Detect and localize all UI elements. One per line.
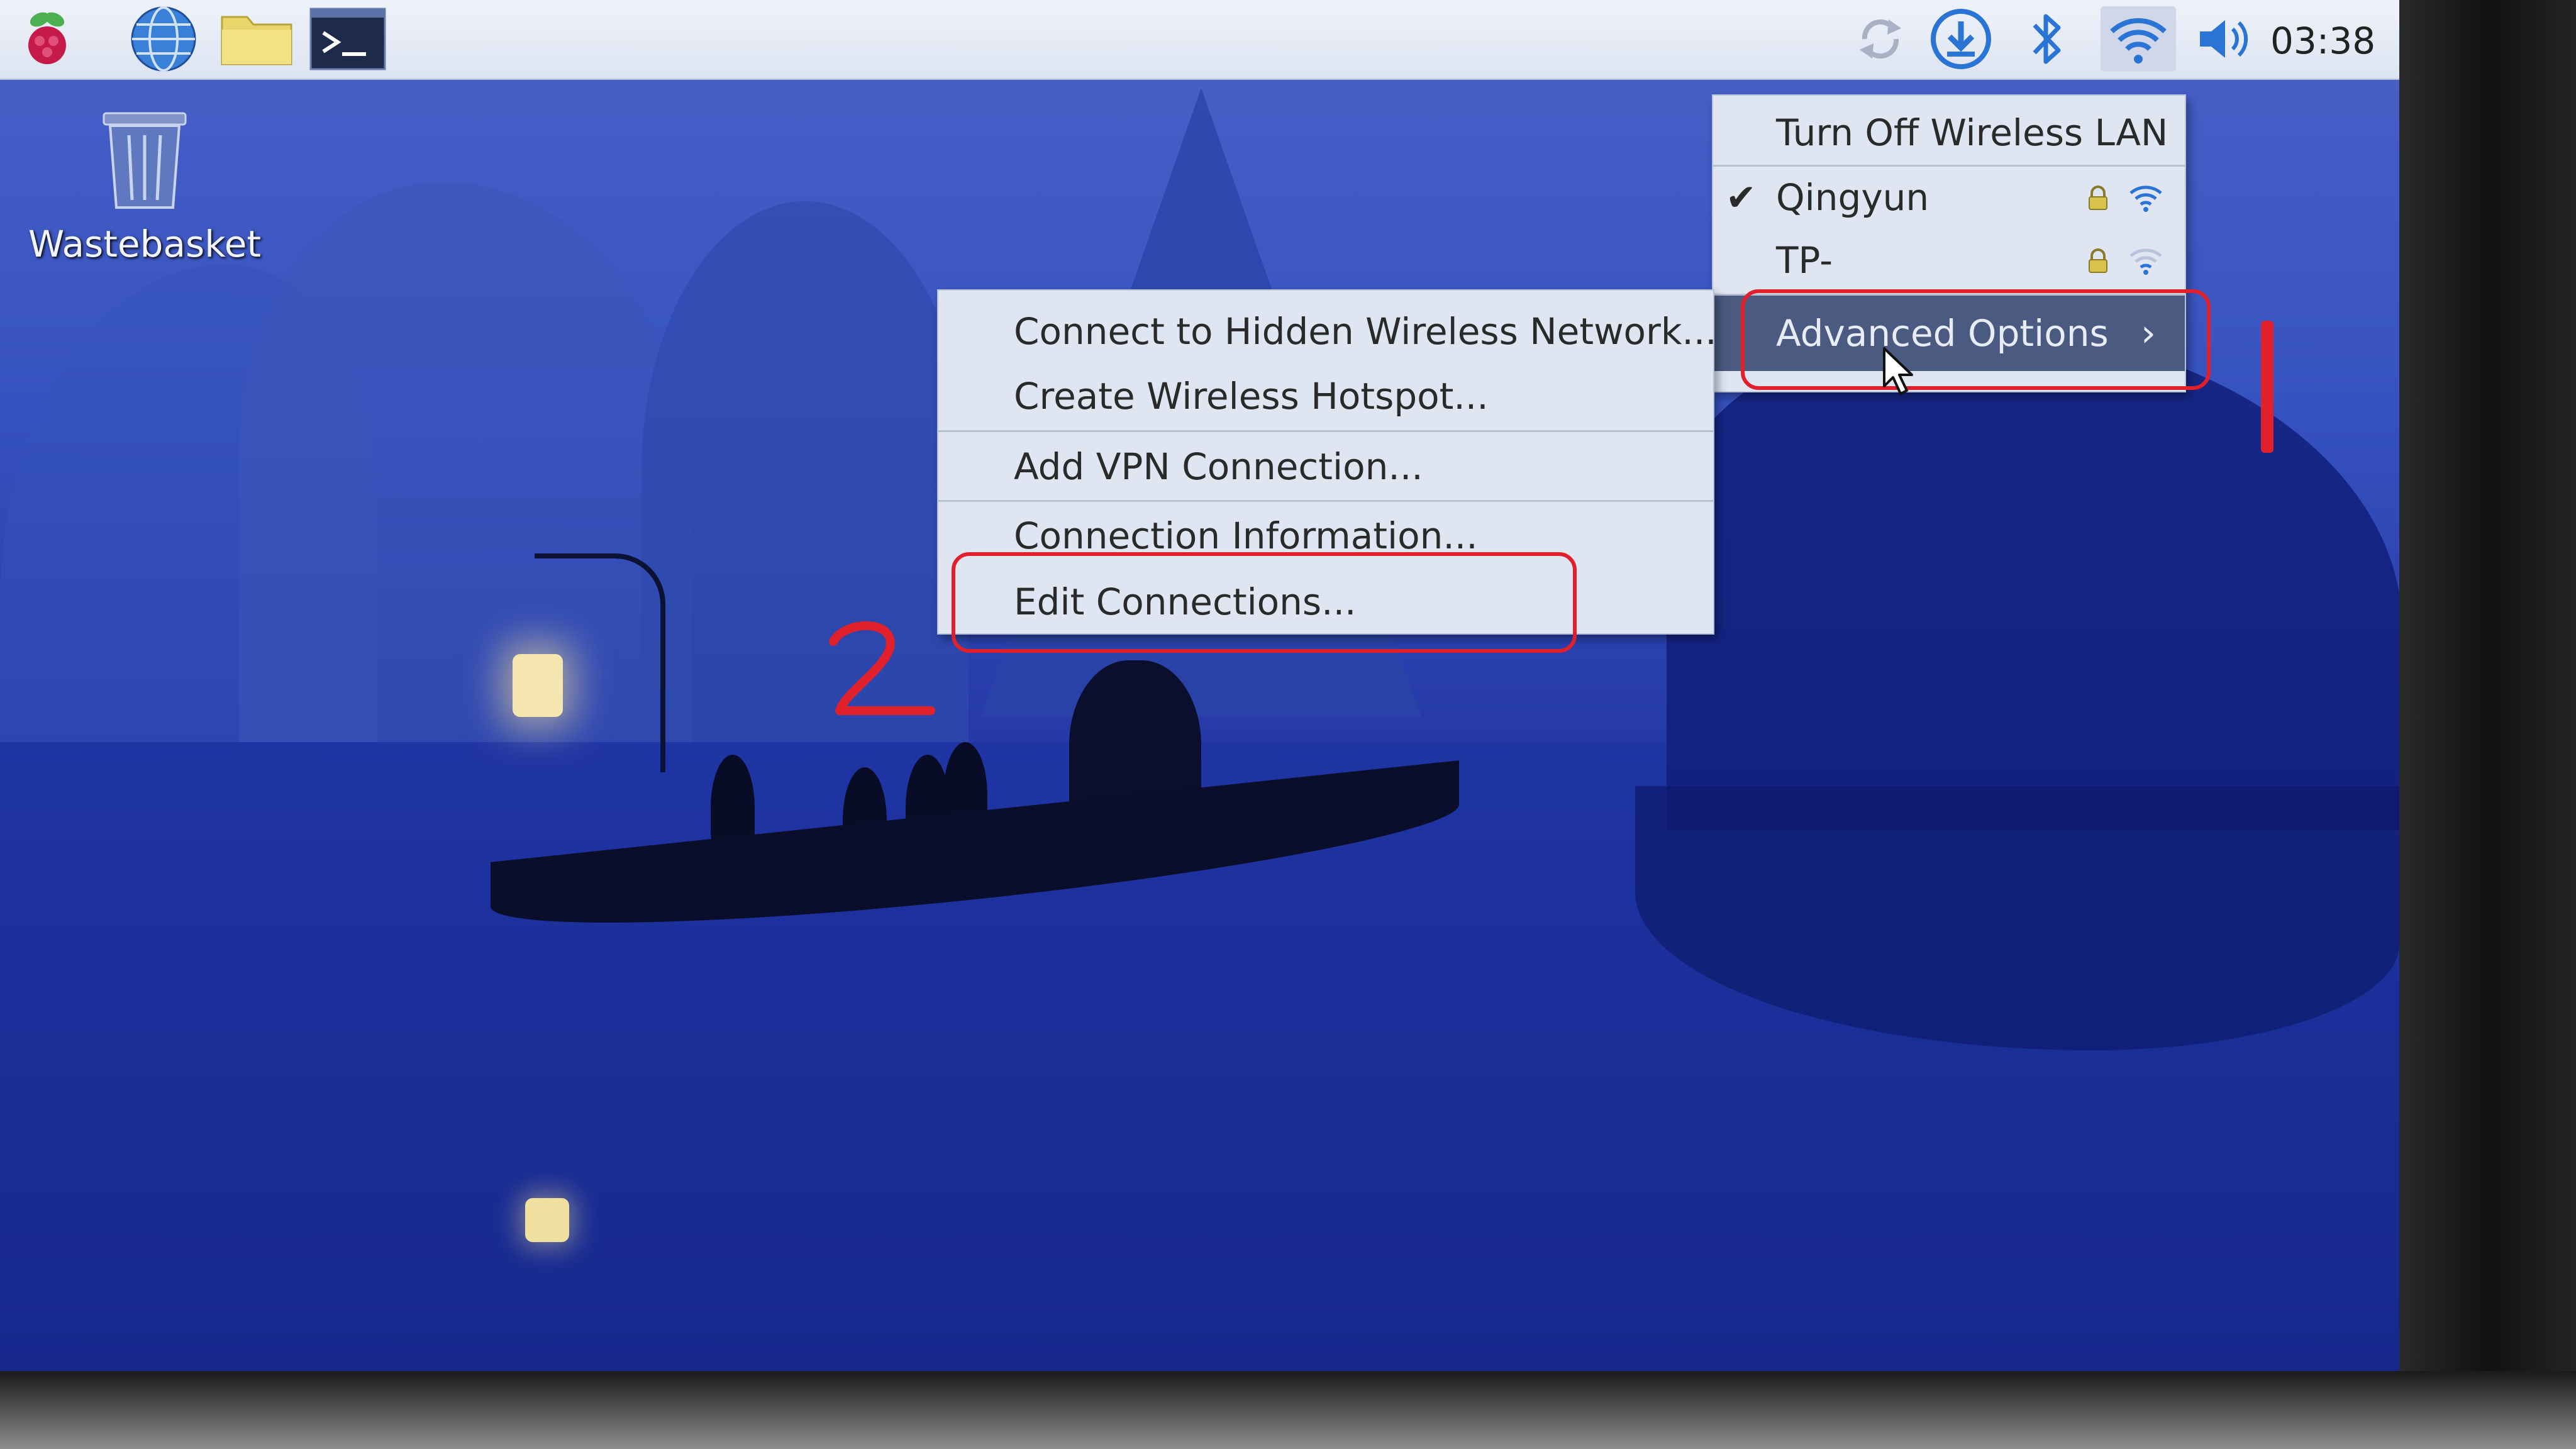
network-item-qingyun[interactable]: ✔ Qingyun (1713, 168, 2185, 228)
annotation-highlight-edit-connections (952, 552, 1577, 653)
trash-icon (103, 112, 187, 209)
menu-item-create-hotspot[interactable]: Create Wireless Hotspot... (938, 365, 1713, 428)
monitor-bezel (0, 1371, 2576, 1449)
photo-frame: Wastebasket 03:38 Turn Off Wireless LAN … (0, 0, 2576, 1449)
menu-item-add-vpn[interactable]: Add VPN Connection... (938, 435, 1713, 498)
annotation-step-1 (2261, 321, 2273, 453)
annotation-step-2 (829, 621, 935, 715)
menu-separator (938, 430, 1713, 432)
volume-icon[interactable] (2189, 6, 2258, 72)
raspberry-menu-icon[interactable] (13, 6, 82, 72)
annotation-highlight-advanced-options (1741, 289, 2211, 390)
check-icon: ✔ (1726, 176, 1757, 219)
wallpaper-lantern-reflection (525, 1198, 569, 1242)
monitor-bezel (2399, 0, 2576, 1449)
lock-icon (2089, 186, 2107, 210)
network-name: TP- (1776, 239, 1833, 282)
web-browser-icon[interactable] (126, 6, 201, 72)
menu-item-turn-off-wireless[interactable]: Turn Off Wireless LAN (1713, 103, 2185, 163)
clock[interactable]: 03:38 (2270, 19, 2375, 63)
menu-item-connect-hidden-network[interactable]: Connect to Hidden Wireless Network... (938, 300, 1717, 363)
lock-icon (2089, 248, 2107, 273)
desktop-screen: Wastebasket 03:38 Turn Off Wireless LAN … (0, 0, 2399, 1371)
wallpaper-mountain (1667, 327, 2399, 830)
signal-strength-icon (2129, 248, 2162, 275)
bluetooth-icon[interactable] (2012, 6, 2082, 72)
menu-separator (1713, 165, 2185, 167)
network-name: Qingyun (1776, 176, 1929, 219)
wastebasket-desktop-icon[interactable]: Wastebasket (25, 107, 264, 265)
terminal-icon[interactable] (308, 6, 387, 72)
download-icon[interactable] (1924, 6, 1997, 72)
file-manager-icon[interactable] (217, 6, 296, 72)
network-item-tp[interactable]: TP- (1713, 231, 2185, 291)
mouse-pointer-icon (1883, 347, 1913, 395)
wallpaper-lantern (513, 654, 563, 717)
wastebasket-label: Wastebasket (28, 223, 262, 265)
taskbar: 03:38 (0, 0, 2399, 80)
menu-separator (938, 500, 1713, 502)
sync-icon[interactable] (1849, 6, 1912, 72)
signal-strength-icon (2129, 186, 2162, 212)
wifi-icon[interactable] (2101, 6, 2176, 72)
